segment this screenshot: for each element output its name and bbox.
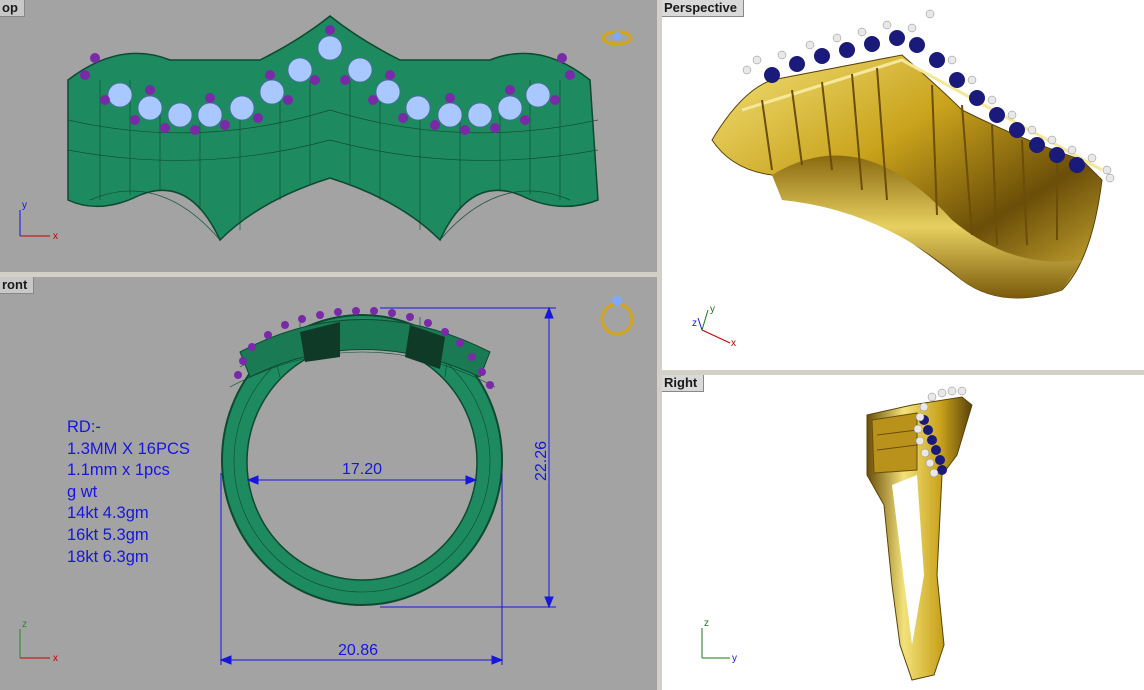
axis-indicator-top: x y [19, 200, 58, 242]
viewport-right[interactable]: y z Right [662, 375, 1144, 690]
viewport-top[interactable]: x y op [0, 0, 657, 272]
svg-text:y: y [732, 653, 737, 664]
svg-text:z: z [692, 318, 697, 329]
perspective-view-model: x y z [692, 9, 1115, 349]
note-line: 14kt 4.3gm [67, 504, 149, 523]
viewport-label-right[interactable]: Right [662, 375, 705, 392]
svg-text:z: z [22, 619, 27, 630]
ring-front-icon [600, 296, 634, 336]
dimension-outer-width-label: 20.86 [338, 642, 378, 659]
note-line: 1.1mm x 1pcs [67, 461, 170, 480]
svg-text:x: x [731, 338, 736, 349]
axis-indicator-perspective: x y z [692, 304, 736, 349]
note-line: 16kt 5.3gm [67, 525, 149, 544]
axis-indicator-right: y z [701, 618, 737, 664]
svg-text:z: z [704, 618, 709, 629]
viewport-perspective[interactable]: x y z Perspective [662, 0, 1144, 370]
viewport-front[interactable]: 17.20 20.86 22.26 x z RD:- 1.3MM X 16PCS… [0, 277, 657, 690]
viewport-label-front[interactable]: ront [0, 277, 35, 294]
dimension-height-label: 22.26 [533, 441, 550, 481]
axis-indicator-front: x z [19, 619, 58, 664]
note-line: RD:- [67, 418, 101, 436]
viewport-label-perspective[interactable]: Perspective [662, 0, 744, 17]
right-view-model: y z [701, 386, 973, 681]
svg-text:y: y [22, 200, 27, 211]
svg-text:x: x [53, 653, 58, 664]
note-line: 18kt 6.3gm [67, 547, 149, 566]
ring-orientation-icon [601, 30, 633, 46]
svg-text:y: y [710, 304, 715, 315]
stone-weight-notes: RD:- 1.3MM X 16PCS 1.1mm x 1pcs g wt 14k… [67, 417, 190, 568]
top-view-model: x y [19, 15, 633, 242]
viewport-label-top[interactable]: op [0, 0, 25, 17]
svg-text:x: x [53, 231, 58, 242]
dimension-inner-diameter-label: 17.20 [342, 461, 382, 478]
note-line: 1.3MM X 16PCS [67, 439, 190, 458]
note-line: g wt [67, 482, 98, 501]
